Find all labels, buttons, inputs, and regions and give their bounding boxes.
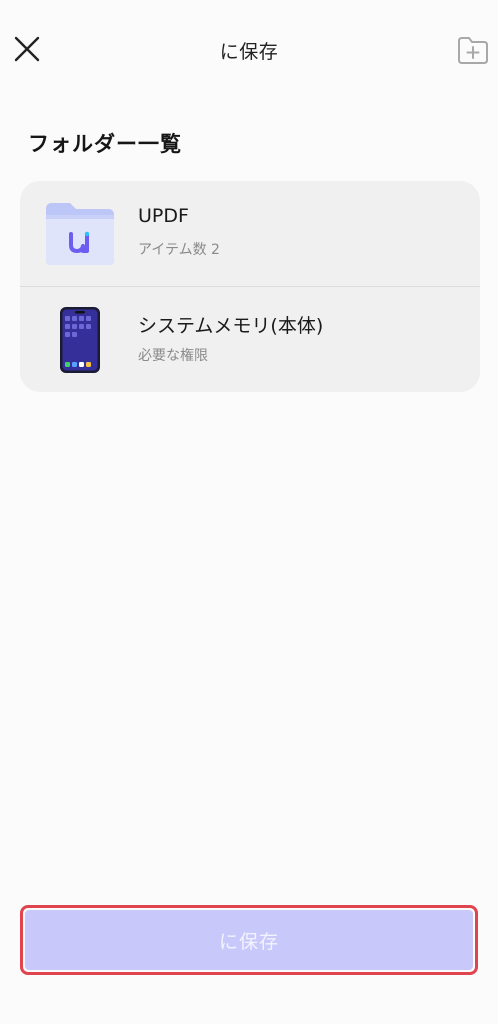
- folder-name: システムメモリ(本体): [138, 315, 324, 337]
- save-button[interactable]: に保存: [25, 910, 473, 970]
- folder-name: UPDF: [138, 205, 189, 227]
- updf-folder-icon: [44, 201, 116, 267]
- new-folder-button[interactable]: [456, 34, 490, 66]
- phone-icon: [44, 307, 116, 373]
- new-folder-icon: [458, 37, 488, 64]
- page-title: に保存: [219, 41, 279, 63]
- save-to-screen: に保存 フォルダー一覧 UPDF アイテム数 2 システムメモリ(本体) 必要な…: [0, 0, 498, 1024]
- header: に保存: [0, 0, 498, 100]
- folder-item-system-memory[interactable]: システムメモリ(本体) 必要な権限: [20, 287, 480, 392]
- folder-item-count: アイテム数 2: [138, 242, 220, 258]
- folder-list-heading: フォルダー一覧: [28, 132, 182, 156]
- folder-item-updf[interactable]: UPDF アイテム数 2: [20, 181, 480, 286]
- save-button-highlight: に保存: [20, 905, 478, 975]
- folder-list: UPDF アイテム数 2 システムメモリ(本体) 必要な権限: [20, 181, 480, 392]
- folder-permission-note: 必要な権限: [138, 348, 208, 364]
